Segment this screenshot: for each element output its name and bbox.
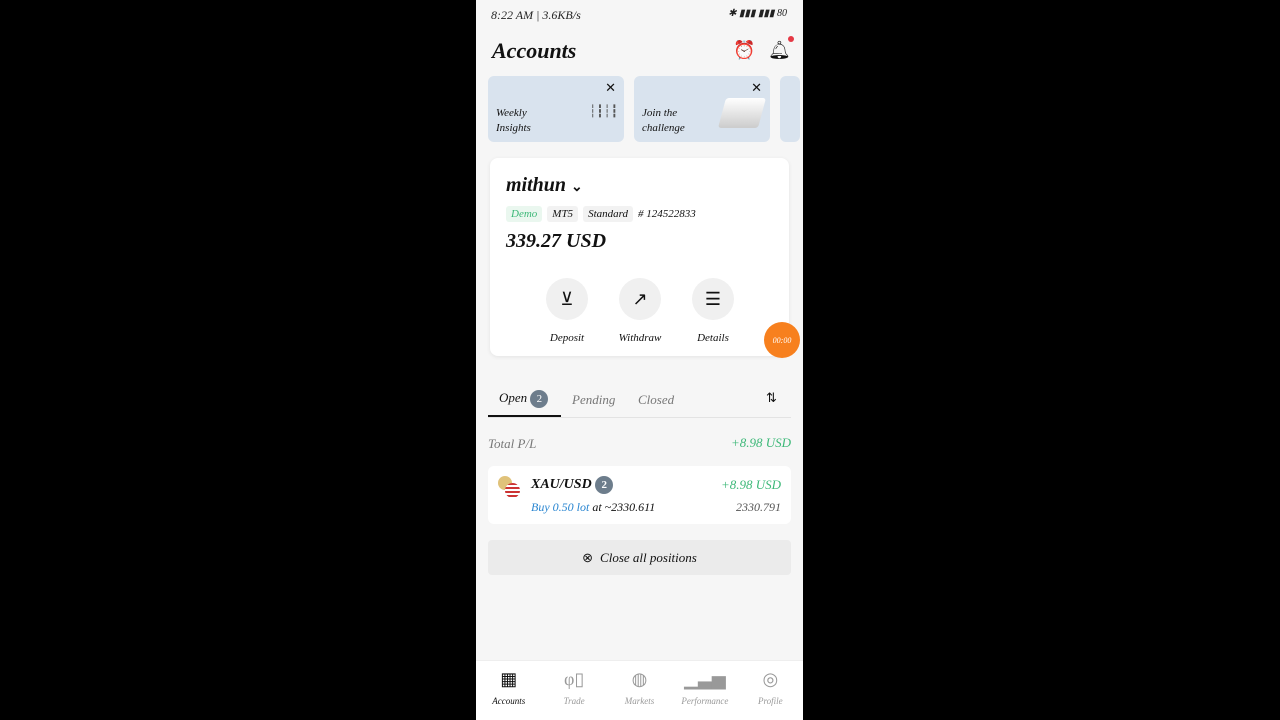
total-pl-label: Total P/L [488, 436, 537, 451]
status-time: 8:22 AM | 3.6KB/s [491, 8, 581, 22]
globe-icon: ◍ [631, 669, 648, 689]
close-circle-icon: ⊗ [582, 549, 594, 565]
position-side: Buy 0.50 lot [531, 500, 590, 514]
tag-type: Standard [583, 206, 633, 222]
close-all-button[interactable]: ⊗ Close all positions [488, 540, 791, 575]
close-icon[interactable]: ✕ [751, 80, 762, 96]
tag-demo: Demo [506, 206, 543, 222]
position-symbol: XAU/USD [531, 477, 592, 492]
account-number: # 124522833 [638, 208, 696, 220]
deposit-button[interactable]: ⊻ Deposit [537, 278, 597, 344]
nav-performance[interactable]: ▁▃▅ Performance [672, 661, 737, 720]
nav-markets[interactable]: ◍ Markets [607, 661, 672, 720]
nav-profile[interactable]: ◎ Profile [738, 661, 803, 720]
bar-chart-icon: ▁▃▅ [684, 669, 726, 689]
details-button[interactable]: ☰ Details [683, 278, 743, 344]
timer-bubble[interactable]: 00:00 [764, 322, 800, 358]
account-name: mithun [506, 174, 567, 196]
promo-line: Join the [642, 107, 678, 119]
promo-line: challenge [642, 122, 685, 134]
promo-challenge[interactable]: ✕ Join the challenge [634, 76, 770, 142]
total-pl-value: +8.98 USD [730, 435, 791, 450]
battery-level: 80 [777, 8, 787, 19]
candles-icon: φ▯ [563, 669, 585, 689]
arrow-up-right-icon: ↗ [619, 278, 661, 320]
nav-trade[interactable]: φ▯ Trade [541, 661, 606, 720]
page-title: Accounts [492, 38, 577, 63]
account-tags: Demo MT5 Standard # 124522833 [506, 204, 696, 222]
sort-icon[interactable]: ⇅ [766, 390, 777, 406]
details-label: Details [697, 332, 729, 344]
position-open-price: at ~2330.611 [592, 500, 656, 514]
promo-line: Weekly [496, 107, 527, 119]
nav-label: Accounts [492, 696, 526, 706]
nav-label: Markets [624, 696, 655, 706]
gold-bars-icon [717, 98, 767, 128]
nav-label: Trade [563, 696, 585, 706]
tag-platform: MT5 [547, 206, 579, 222]
tab-pending[interactable]: Pending [572, 392, 615, 408]
tab-closed[interactable]: Closed [638, 392, 674, 408]
user-circle-icon: ◎ [762, 669, 779, 689]
account-card: mithun ⌄ Demo MT5 Standard # 124522833 339.… [490, 158, 789, 356]
position-pl: +8.98 USD [720, 477, 781, 492]
close-icon[interactable]: ✕ [605, 80, 616, 96]
us-flag-icon [505, 483, 520, 498]
count-badge: 2 [530, 390, 549, 408]
deposit-label: Deposit [549, 332, 585, 344]
close-all-label: Close all positions [600, 549, 697, 565]
promo-weekly-insights[interactable]: ✕ Weekly Insights ┆┇┆┇ [488, 76, 624, 142]
candlestick-icon: ┆┇┆┇ [589, 104, 618, 118]
withdraw-label: Withdraw [618, 332, 662, 344]
nav-label: Profile [757, 696, 783, 706]
promo-label: Weekly Insights [496, 106, 531, 136]
tab-divider [488, 417, 791, 418]
nav-label: Performance [681, 696, 729, 706]
withdraw-button[interactable]: ↗ Withdraw [610, 278, 670, 344]
account-switcher[interactable]: mithun ⌄ [506, 174, 583, 197]
status-icons: ✱ ▮▮▮ ▮▮▮ 80 [728, 8, 787, 19]
position-current-price: 2330.791 [736, 500, 781, 514]
promo-line: Insights [496, 122, 531, 134]
bottom-nav: ▦ Accounts φ▯ Trade ◍ Markets ▁▃▅ Performanc… [476, 660, 803, 720]
count-badge: 2 [595, 476, 614, 494]
chevron-down-icon: ⌄ [571, 180, 583, 195]
dashboard-icon: ▦ [500, 669, 518, 689]
nav-accounts[interactable]: ▦ Accounts [476, 661, 541, 720]
position-row[interactable]: XAU/USD 2 +8.98 USD Buy 0.50 lot at ~233… [488, 466, 791, 524]
tab-label: Open [499, 390, 528, 405]
promo-label: Join the challenge [642, 106, 685, 136]
bell-icon[interactable]: 🔔︎ [768, 36, 794, 61]
download-icon: ⊻ [546, 278, 588, 320]
phone-screen: 8:22 AM | 3.6KB/s ✱ ▮▮▮ ▮▮▮ 80 Accounts … [476, 0, 803, 720]
alarm-icon[interactable]: ⏰ [733, 40, 755, 61]
notification-dot [787, 36, 794, 42]
account-balance: 339.27 USD [506, 230, 607, 252]
tab-open[interactable]: Open 2 [499, 390, 549, 408]
list-icon: ☰ [692, 278, 734, 320]
promo-partial[interactable] [780, 76, 800, 142]
